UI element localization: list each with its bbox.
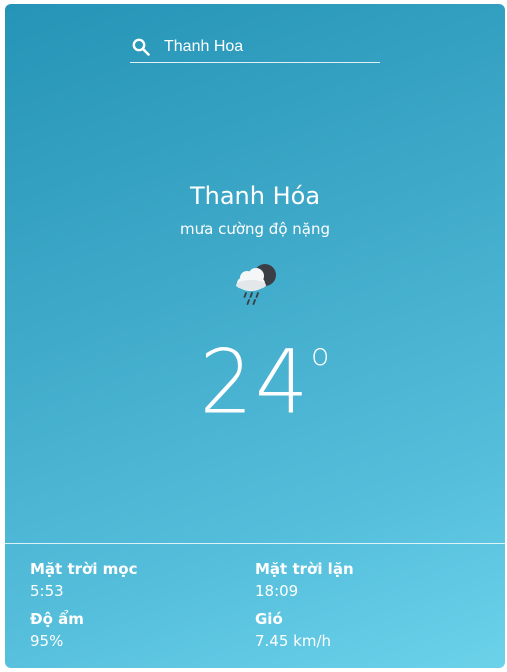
wind-value: 7.45 km/h [255, 632, 332, 650]
wind-stat: Gió 7.45 km/h [255, 609, 331, 651]
degree-symbol: o [311, 338, 330, 373]
humidity-value: 95% [30, 632, 64, 650]
sunrise-stat: Mặt trời mọc 5:53 [30, 559, 138, 601]
city-name: Thanh Hóa [189, 182, 321, 210]
weather-description: mưa cường độ nặng [180, 220, 330, 238]
sunrise-label: Mặt trời mọc [30, 560, 138, 578]
search-bar [130, 34, 380, 63]
humidity-stat: Độ ẩm 95% [30, 609, 84, 651]
humidity-label: Độ ẩm [30, 610, 84, 628]
temperature: 24 [5, 330, 505, 434]
sunrise-value: 5:53 [30, 582, 64, 600]
sunset-label: Mặt trời lặn [255, 560, 354, 578]
temperature-value: 24 [199, 330, 311, 434]
divider [5, 543, 505, 544]
sunset-stat: Mặt trời lặn 18:09 [255, 559, 354, 601]
search-input[interactable] [164, 34, 374, 60]
weather-card: Thanh Hóa mưa cường độ nặng 24 o Mặt trờ… [5, 4, 505, 668]
cloud-rain-night-icon [236, 264, 276, 305]
wind-label: Gió [255, 610, 283, 628]
search-icon[interactable] [132, 38, 150, 56]
sunset-value: 18:09 [255, 582, 299, 600]
